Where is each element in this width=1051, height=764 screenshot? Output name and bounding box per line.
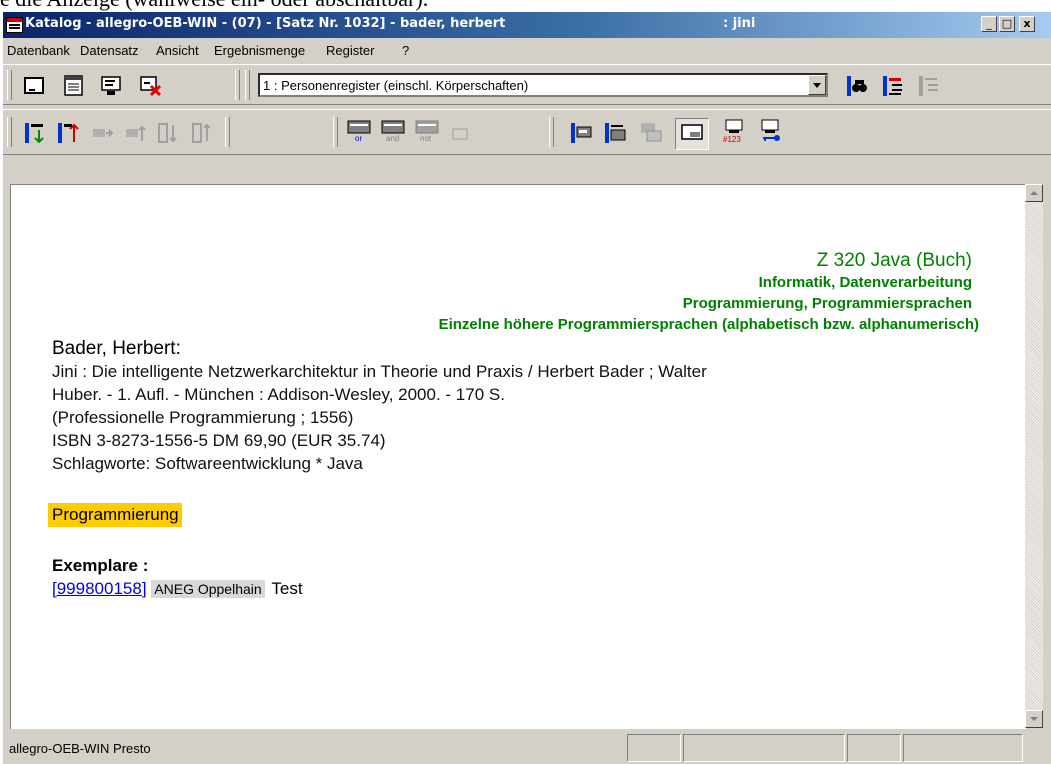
toolbar-separator [225, 117, 230, 147]
and-label: and [386, 134, 399, 143]
title-bar[interactable]: Katalog - allegro-OEB-WIN - (07) - [Satz… [3, 12, 1051, 38]
close-button[interactable]: x [1019, 16, 1035, 32]
next-record-icon[interactable] [23, 121, 47, 145]
binoculars-icon[interactable] [845, 74, 869, 98]
maximize-button[interactable]: □ [999, 16, 1015, 32]
toolbar-main: 1 : Personenregister (einschl. Körpersch… [3, 64, 1051, 105]
record-line: ISBN 3-8273-1556-5 DM 69,90 (EUR 35.74) [52, 431, 386, 450]
or-label: or [355, 134, 362, 143]
vertical-scrollbar[interactable] [1025, 184, 1043, 728]
record-line: Jini : Die intelligente Netzwerkarchitek… [52, 362, 707, 381]
record-description: Jini : Die intelligente Netzwerkarchitek… [52, 360, 972, 475]
status-text: allegro-OEB-WIN Presto [9, 741, 151, 756]
sort-down-disabled-icon [158, 123, 177, 143]
small-box-disabled-icon [452, 128, 468, 140]
delete-record-icon[interactable] [139, 74, 163, 98]
menu-ergebnismenge[interactable]: Ergebnismenge [214, 43, 305, 58]
record-line: (Professionelle Programmierung ; 1556) [52, 408, 354, 427]
display-format-4-button[interactable] [675, 118, 709, 150]
subject-tag[interactable]: Programmierung [48, 503, 182, 527]
previous-record-icon[interactable] [56, 121, 80, 145]
classification-line: Programmierung, Programmiersprachen [682, 295, 972, 312]
window-user: : jini [723, 16, 756, 31]
record-author: Bader, Herbert: [52, 338, 181, 359]
and-combine-icon[interactable]: and [381, 119, 405, 143]
status-panel [903, 734, 1023, 762]
record-list-icon[interactable] [62, 74, 86, 98]
document-fragment-text: e die Anzeige (wahlweise ein- oder absch… [0, 0, 1051, 12]
window-title: Katalog - allegro-OEB-WIN - (07) - [Satz… [25, 16, 506, 31]
copies-heading: Exemplare : [52, 556, 149, 575]
menu-help[interactable]: ? [402, 43, 409, 58]
copy-row: [999800158] ANEG Oppelhain Test [52, 577, 972, 601]
minimize-button[interactable]: _ [981, 16, 997, 32]
menu-bar: Datenbank Datensatz Ansicht Ergebnismeng… [3, 38, 1051, 62]
status-bar: allegro-OEB-WIN Presto [3, 728, 1051, 764]
index-tree-icon[interactable] [881, 74, 905, 98]
toolbar-grip[interactable] [7, 117, 12, 147]
toolbar-navigation: or and not #123 [3, 109, 1051, 155]
edit-record-icon[interactable] [100, 74, 124, 98]
register-select[interactable]: 1 : Personenregister (einschl. Körpersch… [258, 73, 828, 97]
index-tree-disabled-icon [919, 76, 938, 96]
new-record-icon[interactable] [23, 74, 47, 98]
record-notation: Z 320 Java (Buch) [816, 250, 972, 271]
sort-up-disabled-icon [192, 123, 211, 143]
chevron-down-icon[interactable] [808, 75, 826, 95]
up-arrow-disabled-icon [126, 125, 146, 141]
right-arrow-disabled-icon [93, 129, 114, 137]
scroll-down-button[interactable] [1025, 710, 1043, 728]
scroll-up-button[interactable] [1025, 184, 1043, 202]
record-line: Huber. - 1. Aufl. - München : Addison-We… [52, 385, 505, 404]
menu-datenbank[interactable]: Datenbank [7, 43, 70, 58]
classification-line: Informatik, Datenverarbeitung [758, 274, 972, 291]
status-panel [847, 734, 901, 762]
copy-id-link[interactable]: [999800158] [52, 579, 147, 598]
register-select-value: 1 : Personenregister (einschl. Körpersch… [263, 78, 529, 93]
record-line: Schlagworte: Softwareentwicklung * Java [52, 454, 363, 473]
display-format-3-icon[interactable] [639, 121, 663, 145]
not-combine-icon[interactable]: not [415, 119, 439, 143]
display-format-2-icon[interactable] [603, 121, 627, 145]
menu-register[interactable]: Register [326, 43, 374, 58]
catalog-app-icon[interactable] [6, 17, 23, 33]
toolbar-separator [245, 70, 250, 100]
toolbar-separator [549, 117, 554, 147]
key-search-icon[interactable] [759, 119, 783, 143]
status-panel [683, 734, 845, 762]
menu-datensatz[interactable]: Datensatz [80, 43, 139, 58]
copy-note: Test [271, 579, 303, 598]
toolbar-separator [333, 117, 338, 147]
or-combine-icon[interactable]: or [347, 119, 371, 143]
not-label: not [420, 134, 432, 143]
classification-line: Einzelne höhere Programmiersprachen (alp… [438, 316, 979, 333]
menu-ansicht[interactable]: Ansicht [156, 43, 199, 58]
catalog-record: Z 320 Java (Buch) Informatik, Datenverar… [48, 249, 979, 601]
app-window: Katalog - allegro-OEB-WIN - (07) - [Satz… [3, 12, 1051, 764]
number-search-icon[interactable]: #123 [723, 119, 747, 143]
status-panel [627, 734, 681, 762]
copy-branch: ANEG Oppelhain [151, 580, 265, 598]
toolbar-separator [235, 70, 240, 100]
display-format-1-icon[interactable] [569, 121, 593, 145]
number-label: #123 [723, 135, 741, 143]
toolbar-grip[interactable] [7, 70, 12, 100]
display-format-4-icon [681, 124, 703, 140]
